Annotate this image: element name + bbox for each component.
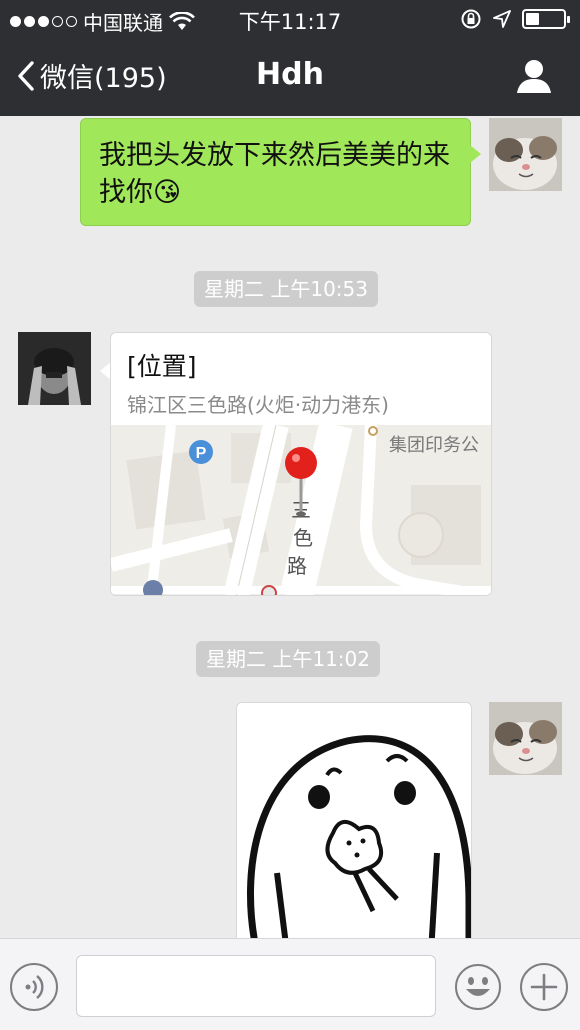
more-button[interactable]: [520, 963, 568, 1011]
location-map[interactable]: P 集团印务公 三 色 路: [111, 421, 491, 595]
parking-icon: P: [196, 445, 207, 462]
chat-area[interactable]: 我把头发放下来然后美美的来找你😘 星期二 上午10:53 [位置] 锦江区三色路…: [0, 116, 580, 938]
plus-icon: [530, 973, 558, 1001]
battery-icon: [522, 9, 570, 29]
header: 中国联通 下午11:17 微信(195) Hdh: [0, 0, 580, 116]
my-avatar[interactable]: [489, 702, 562, 775]
lock-rotation-icon: [461, 9, 481, 29]
location-address: 锦江区三色路(火炬·动力港东): [127, 393, 389, 417]
sticker-message[interactable]: [236, 702, 472, 938]
map-place-label: 集团印务公: [389, 435, 479, 456]
contact-avatar[interactable]: [18, 332, 91, 405]
timestamp: 星期二 上午10:53: [194, 271, 378, 307]
timestamp: 星期二 上午11:02: [196, 641, 380, 677]
my-text-bubble[interactable]: 我把头发放下来然后美美的来找你😘: [80, 118, 481, 226]
location-arrow-icon: [493, 10, 511, 28]
person-icon: [517, 60, 551, 93]
profile-button[interactable]: [516, 58, 552, 98]
nav-bar: 微信(195) Hdh: [0, 40, 580, 116]
chat-title: Hdh: [256, 57, 324, 92]
message-text: 我把头发放下来然后美美的来找你: [99, 140, 450, 208]
my-avatar[interactable]: [489, 118, 562, 191]
emoji-icon: [455, 964, 501, 1010]
map-pin-icon: [285, 447, 317, 479]
status-bar: 中国联通 下午11:17: [0, 0, 580, 40]
voice-icon: [25, 975, 44, 999]
location-title: [位置]: [127, 352, 197, 381]
location-message[interactable]: [位置] 锦江区三色路(火炬·动力港东) P 集团印务公 色 路: [110, 332, 492, 596]
voice-button[interactable]: [10, 963, 58, 1011]
status-right: [460, 8, 570, 30]
message-input[interactable]: [76, 955, 436, 1017]
kiss-emoji: 😘: [153, 177, 182, 208]
input-bar: [0, 938, 580, 1030]
emoji-button[interactable]: [454, 963, 502, 1011]
